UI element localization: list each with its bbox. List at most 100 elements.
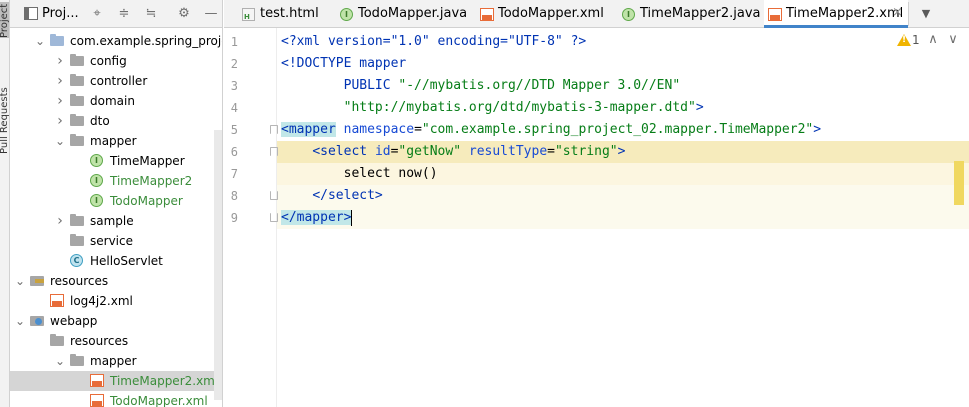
code-line[interactable]: <?xml version="1.0" encoding="UTF-8" ?> bbox=[277, 31, 969, 53]
close-icon[interactable]: × bbox=[892, 5, 903, 21]
tree-item[interactable]: ⌄ com.example.spring_project_02 bbox=[10, 31, 222, 51]
code-line[interactable]: <!DOCTYPE mapper bbox=[277, 53, 969, 75]
tree-item-label: com.example.spring_project_02 bbox=[70, 34, 222, 48]
editor-tab[interactable]: test.html bbox=[238, 0, 336, 28]
tree-item-label: resources bbox=[50, 274, 109, 288]
project-scrollbar[interactable] bbox=[214, 130, 222, 400]
tree-item-label: TimeMapper2 bbox=[110, 174, 193, 188]
tree-item[interactable]: › sample bbox=[10, 211, 222, 231]
code-token: "getNow" bbox=[398, 144, 462, 159]
fold-marker-icon[interactable] bbox=[268, 147, 278, 157]
tree-item-label: service bbox=[90, 234, 133, 248]
line-number: 4 bbox=[230, 101, 238, 115]
tree-item-label: controller bbox=[90, 74, 148, 88]
chevron-right-icon[interactable]: › bbox=[54, 73, 66, 89]
minimize-icon[interactable]: — bbox=[202, 5, 220, 23]
tree-item[interactable]: ⌄ webapp bbox=[10, 311, 222, 331]
tree-item[interactable]: I TimeMapper2 bbox=[10, 171, 222, 191]
tree-item[interactable]: › controller bbox=[10, 71, 222, 91]
chevron-right-icon[interactable]: › bbox=[54, 113, 66, 129]
xml-file-icon bbox=[480, 8, 494, 21]
tree-item-label: domain bbox=[90, 94, 135, 108]
tree-item-label: TimeMapper bbox=[110, 154, 185, 168]
tree-item[interactable]: I TimeMapper bbox=[10, 151, 222, 171]
tree-item-label: log4j2.xml bbox=[70, 294, 133, 308]
editor-tab-label: TimeMapper2.java bbox=[640, 6, 761, 21]
code-line[interactable]: <mapper namespace="com.example.spring_pr… bbox=[277, 119, 969, 141]
tree-item-label: HelloServlet bbox=[90, 254, 163, 268]
code-token: resultType bbox=[468, 144, 548, 159]
code-token: </select> bbox=[312, 188, 383, 203]
warning-count[interactable]: 1 bbox=[912, 33, 920, 47]
previous-highlight-icon[interactable]: ∧ bbox=[926, 32, 940, 47]
project-panel: Proj... ⌖ ≑ ≒ ⚙ — ⌄ com.example.spring_pr… bbox=[10, 0, 223, 407]
collapse-all-icon[interactable]: ≑ bbox=[115, 5, 133, 23]
fold-marker-icon[interactable] bbox=[268, 213, 278, 223]
chevron-down-icon[interactable]: ⌄ bbox=[14, 313, 26, 329]
tree-item-label: config bbox=[90, 54, 127, 68]
code-token: "com.example.spring_project_02.mapper.Ti… bbox=[421, 122, 814, 137]
code-token: PUBLIC bbox=[281, 78, 399, 93]
tree-item[interactable]: › dto bbox=[10, 111, 222, 131]
chevron-right-icon[interactable]: › bbox=[54, 93, 66, 109]
chevron-down-icon[interactable]: ⌄ bbox=[54, 133, 66, 149]
line-number: 3 bbox=[230, 79, 238, 93]
tool-window-strip: Project Pull Requests bbox=[0, 0, 10, 407]
fold-marker-icon[interactable] bbox=[268, 125, 278, 135]
code-line[interactable]: PUBLIC "-//mybatis.org//DTD Mapper 3.0//… bbox=[277, 75, 969, 97]
code-token: id bbox=[374, 144, 391, 159]
interface-icon: I bbox=[340, 8, 353, 21]
tree-item[interactable]: ⌄ mapper bbox=[10, 351, 222, 371]
chevron-down-icon[interactable]: ⌄ bbox=[34, 33, 46, 49]
tree-item-label: webapp bbox=[50, 314, 98, 328]
chevron-down-icon[interactable]: ⌄ bbox=[54, 353, 66, 369]
next-highlight-icon[interactable]: ∨ bbox=[946, 32, 960, 47]
folder-icon bbox=[70, 114, 84, 126]
editor-tab[interactable]: I TimeMapper2.java bbox=[618, 0, 764, 28]
editor-tab[interactable]: TodoMapper.xml bbox=[476, 0, 618, 28]
code-line[interactable]: select now() bbox=[277, 163, 969, 185]
tree-item[interactable]: C HelloServlet bbox=[10, 251, 222, 271]
chevron-down-icon[interactable]: ▼ bbox=[917, 5, 935, 23]
expand-all-icon[interactable]: ≒ bbox=[142, 5, 160, 23]
web-folder-icon bbox=[30, 316, 44, 326]
tool-tab-project[interactable]: Project bbox=[0, 2, 9, 38]
tree-item[interactable]: log4j2.xml bbox=[10, 291, 222, 311]
editor-tab[interactable]: I TodoMapper.java bbox=[336, 0, 476, 28]
tree-item[interactable]: ⌄ mapper bbox=[10, 131, 222, 151]
tree-item[interactable]: service bbox=[10, 231, 222, 251]
code-line[interactable]: <select id="getNow" resultType="string"> bbox=[277, 141, 969, 163]
tree-item[interactable]: resources bbox=[10, 331, 222, 351]
fold-marker-icon[interactable] bbox=[268, 191, 278, 201]
folder-icon bbox=[70, 94, 84, 106]
tool-tab-pull-requests[interactable]: Pull Requests bbox=[0, 64, 9, 154]
editor-tab-label: test.html bbox=[260, 6, 319, 21]
editor-tab-label: TodoMapper.java bbox=[358, 6, 468, 21]
tree-item[interactable]: › config bbox=[10, 51, 222, 71]
chevron-down-icon[interactable]: ⌄ bbox=[14, 273, 26, 289]
tree-item[interactable]: I TodoMapper bbox=[10, 191, 222, 211]
folder-icon bbox=[70, 234, 84, 246]
line-number: 8 bbox=[230, 189, 238, 203]
tab-bar-divider bbox=[908, 2, 909, 26]
chevron-right-icon[interactable]: › bbox=[54, 53, 66, 69]
tree-item[interactable]: TodoMapper.xml bbox=[10, 391, 222, 407]
warning-icon[interactable] bbox=[897, 34, 911, 47]
tree-item[interactable]: ⌄ resources bbox=[10, 271, 222, 291]
code-line[interactable]: </select> bbox=[277, 185, 969, 207]
target-icon[interactable]: ⌖ bbox=[88, 5, 106, 23]
chevron-right-icon[interactable]: › bbox=[54, 213, 66, 229]
tree-item[interactable]: › domain bbox=[10, 91, 222, 111]
code-line[interactable]: </mapper> bbox=[277, 207, 969, 229]
editor-tab[interactable]: TimeMapper2.xml × bbox=[764, 0, 908, 28]
code-token: select now() bbox=[281, 166, 438, 181]
error-stripe-marker[interactable] bbox=[954, 161, 964, 205]
tree-item[interactable]: TimeMapper2.xml bbox=[10, 371, 222, 391]
gear-icon[interactable]: ⚙ bbox=[175, 5, 193, 23]
xml-file-icon bbox=[50, 294, 64, 307]
project-panel-title[interactable]: Proj... bbox=[42, 6, 79, 21]
code-line[interactable]: "http://mybatis.org/dtd/mybatis-3-mapper… bbox=[277, 97, 969, 119]
